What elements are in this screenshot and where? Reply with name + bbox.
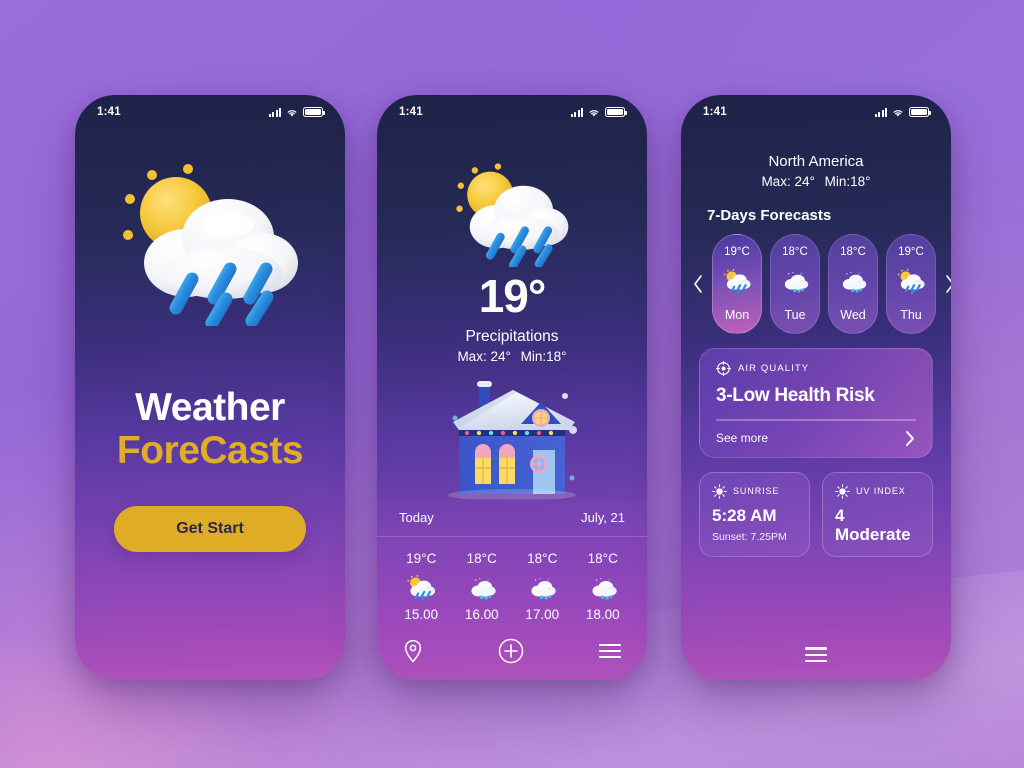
sunset-time: Sunset: 7.25PM [712,530,787,543]
status-bar: 1:41 [681,95,951,129]
today-min: Min:18° [520,349,567,364]
cloud-rain-night-icon [512,573,573,601]
cloud-rain-night-icon [837,267,869,299]
hour-temp: 18°C [587,551,618,566]
hour-time: 15.00 [404,607,439,622]
battery-icon [303,107,325,117]
location-name: North America [768,153,864,170]
sunrise-time: 5:28 AM [712,505,777,525]
title-line-1: Weather [135,386,285,429]
divider [716,419,916,421]
phone-screen-today: 1:41 19° Precipitations Max: 24° Min:18°… [377,95,647,680]
chevron-right-icon[interactable] [905,430,916,447]
sunrise-label: SUNRISE [733,486,780,496]
air-quality-card[interactable]: AIR QUALITY 3-Low Health Risk See more [699,348,933,458]
battery-icon [909,107,931,117]
day-card-mon[interactable]: 19°C Mon [712,234,762,334]
today-max: Max: 24° [457,349,511,364]
wifi-icon [287,110,297,117]
hour-temp: 18°C [466,551,497,566]
sun-rays-icon [712,483,727,499]
hour-item[interactable]: 19°C 15.00 [391,551,452,622]
title-line-2: ForeCasts [116,428,304,472]
day-card-thu[interactable]: 19°C Thu [886,234,936,334]
see-more-link[interactable]: See more [716,431,768,445]
hour-time: 17.00 [525,607,560,622]
phone-screen-onboarding: 1:41 Weather ForeCasts Get Start [75,95,345,680]
chevron-left-icon[interactable] [689,274,707,294]
day-temp: 18°C [840,246,866,258]
sun-rays-icon [835,483,850,499]
phone-screen-forecast: 1:41 North America Max: 24° Min:18° 7-Da… [681,95,951,680]
hour-item[interactable]: 18°C 17.00 [512,551,573,622]
snowy-house-illustration [377,378,647,500]
day-name: Mon [724,308,750,322]
days-carousel: 19°C Mon 18°C Tue 18°C Wed 19°C Thu [681,224,951,334]
status-bar: 1:41 [75,95,345,129]
uv-index-value: 4 [835,505,845,525]
day-temp: 19°C [724,246,750,258]
hour-temp: 18°C [527,551,558,566]
cellular-signal-icon [874,108,887,117]
forecast-min: Min:18° [824,174,871,189]
day-name: Thu [900,308,922,322]
hourly-list: 19°C 15.00 18°C 16.00 18°C 17.00 18°C 18… [377,537,647,634]
uv-index-level: Moderate [835,524,911,544]
uv-index-label: UV INDEX [856,486,906,496]
current-temperature: 19° [478,270,547,322]
day-name: Wed [840,308,866,322]
forecast-max: Max: 24° [761,174,815,189]
cellular-signal-icon [268,108,281,117]
hour-item[interactable]: 18°C 16.00 [452,551,513,622]
cloud-rain-night-icon [779,267,811,299]
onboarding-title: Weather ForeCasts [75,386,345,472]
status-bar-time: 1:41 [399,106,423,118]
hamburger-menu-icon[interactable] [805,647,827,662]
sun-cloud-rain-icon [391,573,452,601]
today-weather-icon [377,155,647,267]
day-card-tue[interactable]: 18°C Tue [770,234,820,334]
day-temp: 19°C [898,246,924,258]
wifi-icon [589,110,599,117]
wifi-icon [893,110,903,117]
uv-index-card[interactable]: UV INDEX 4 Moderate [822,471,933,557]
cellular-signal-icon [570,108,583,117]
bottom-nav-bar [377,634,647,680]
day-name: Tue [784,308,806,322]
sunrise-card[interactable]: SUNRISE 5:28 AM Sunset: 7.25PM [699,471,810,557]
plus-circle-icon[interactable] [498,638,524,664]
panel-date-label: July, 21 [581,510,625,525]
hour-time: 16.00 [464,607,499,622]
sun-cloud-rain-icon [895,267,927,299]
hour-time: 18.00 [585,607,620,622]
air-quality-target-icon [716,361,731,376]
air-quality-value: 3-Low Health Risk [716,385,875,406]
current-condition: Precipitations [465,328,559,345]
hour-item[interactable]: 18°C 18.00 [573,551,634,622]
today-minmax: Max: 24° Min:18° [377,349,647,364]
cloud-rain-night-icon [573,573,634,601]
hourly-forecast-panel: Today July, 21 19°C 15.00 18°C 16.00 18°… [377,499,647,680]
location-pin-icon[interactable] [403,639,423,663]
sun-cloud-rain-icon [721,267,753,299]
status-bar-time: 1:41 [97,106,121,118]
day-card-wed[interactable]: 18°C Wed [828,234,878,334]
hamburger-menu-icon[interactable] [599,643,621,659]
hero-weather-icon [75,151,345,326]
battery-icon [605,107,627,117]
chevron-right-icon[interactable] [941,274,951,294]
panel-day-label: Today [399,510,434,525]
status-bar: 1:41 [377,95,647,129]
panel-header: Today July, 21 [377,499,647,537]
day-temp: 18°C [782,246,808,258]
air-quality-label: AIR QUALITY [738,363,810,374]
forecast-minmax: Max: 24° Min:18° [681,174,951,189]
forecast-heading: 7-Days Forecasts [707,207,832,224]
get-start-button[interactable]: Get Start [114,506,306,553]
status-bar-time: 1:41 [703,106,727,118]
hour-temp: 19°C [406,551,437,566]
cloud-rain-night-icon [452,573,513,601]
